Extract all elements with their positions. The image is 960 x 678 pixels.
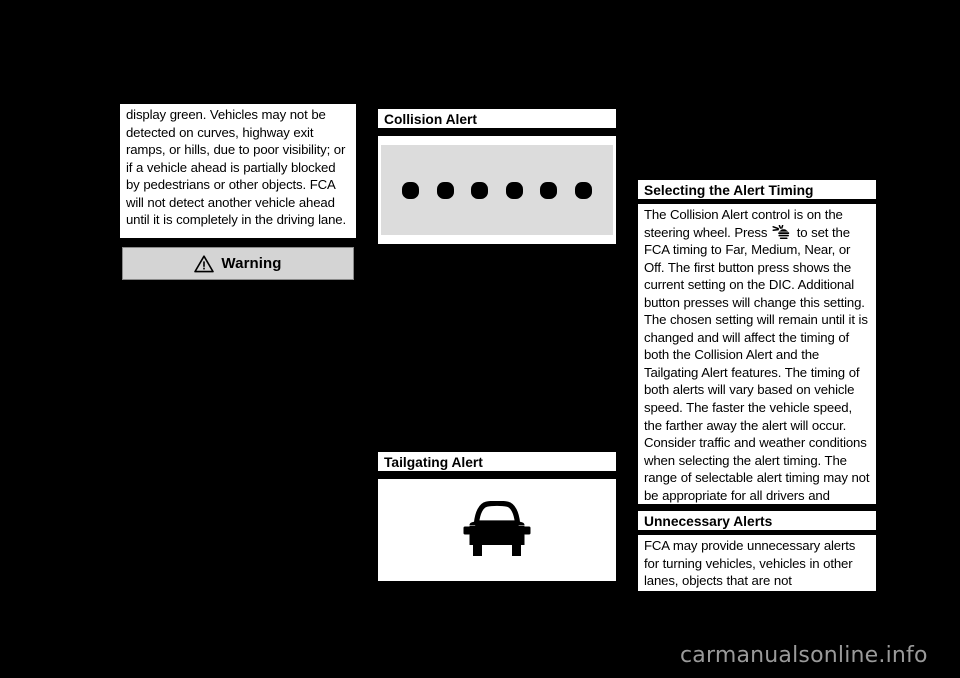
collision-alert-figure [378, 136, 616, 244]
manual-page: display green. Vehicles may not be detec… [0, 0, 960, 678]
warning-label: Warning [221, 255, 282, 272]
warning-box: Warning [122, 247, 354, 280]
collision-alert-lamp [436, 181, 454, 199]
car-front-icon [463, 501, 531, 556]
collision-alert-lamp [574, 181, 592, 199]
unnecessary-alerts-paragraph: FCA may provide unnecessary alerts for t… [638, 535, 876, 591]
selecting-alert-timing-heading: Selecting the Alert Timing [638, 180, 876, 201]
collision-alert-lamp-row [402, 180, 592, 200]
collision-alert-control-icon [772, 224, 790, 239]
collision-alert-lamp [505, 181, 523, 199]
unnecessary-alerts-heading: Unnecessary Alerts [638, 511, 876, 532]
left-column-paragraph: display green. Vehicles may not be detec… [120, 104, 356, 238]
tailgating-alert-figure [378, 479, 616, 581]
footer-watermark: carmanualsonline.info [680, 643, 928, 668]
collision-alert-lamp [402, 181, 419, 199]
collision-alert-lamp [540, 181, 558, 199]
alert-timing-text-after-icon: to set the FCA timing to Far, Medium, Ne… [644, 224, 870, 521]
collision-alert-lamp [471, 181, 489, 199]
selecting-alert-timing-paragraph: The Collision Alert control is on the st… [638, 204, 876, 520]
tailgating-alert-heading: Tailgating Alert [378, 452, 616, 473]
warning-triangle-icon [194, 254, 215, 272]
collision-alert-heading: Collision Alert [378, 109, 616, 130]
